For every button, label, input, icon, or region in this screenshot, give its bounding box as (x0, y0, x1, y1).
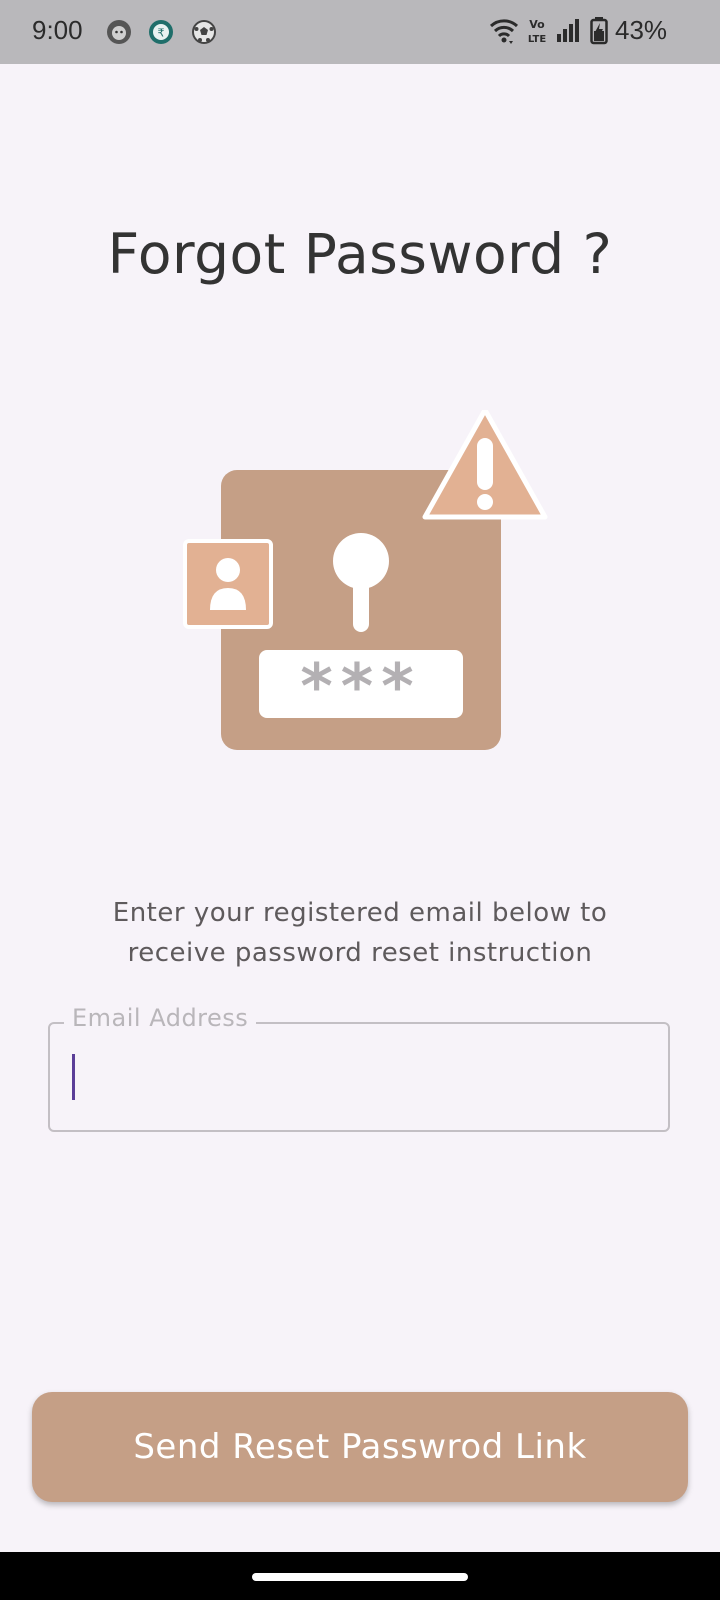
email-field[interactable]: Email Address (48, 1004, 670, 1132)
wifi-icon (489, 19, 519, 44)
cat-app-icon (107, 20, 131, 44)
send-reset-link-button[interactable]: Send Reset Passwrod Link (32, 1392, 688, 1502)
rupee-app-icon: ₹ (149, 20, 173, 44)
password-mask-text: *** (300, 650, 421, 723)
svg-text:Vo: Vo (529, 18, 545, 31)
home-indicator[interactable] (252, 1573, 468, 1581)
page-title: Forgot Password ? (107, 222, 613, 286)
battery-charging-icon (590, 17, 608, 45)
signal-icon (557, 19, 579, 42)
status-bar: 9:00 ₹ Vo LTE 43% (0, 0, 720, 64)
status-time: 9:00 (32, 15, 83, 45)
battery-percentage: 43% (615, 15, 668, 45)
volte-icon: Vo LTE (528, 18, 547, 45)
user-card-icon (183, 539, 273, 629)
instruction-text: Enter your registered email below to rec… (112, 898, 608, 968)
warning-icon (422, 410, 548, 520)
svg-text:LTE: LTE (528, 34, 547, 45)
email-input[interactable] (72, 1048, 646, 1104)
text-cursor (72, 1054, 75, 1100)
svg-text:₹: ₹ (158, 27, 165, 40)
email-field-label: Email Address (64, 1004, 257, 1032)
forgot-password-illustration: *** (183, 410, 548, 750)
soccer-ball-icon (192, 20, 216, 44)
